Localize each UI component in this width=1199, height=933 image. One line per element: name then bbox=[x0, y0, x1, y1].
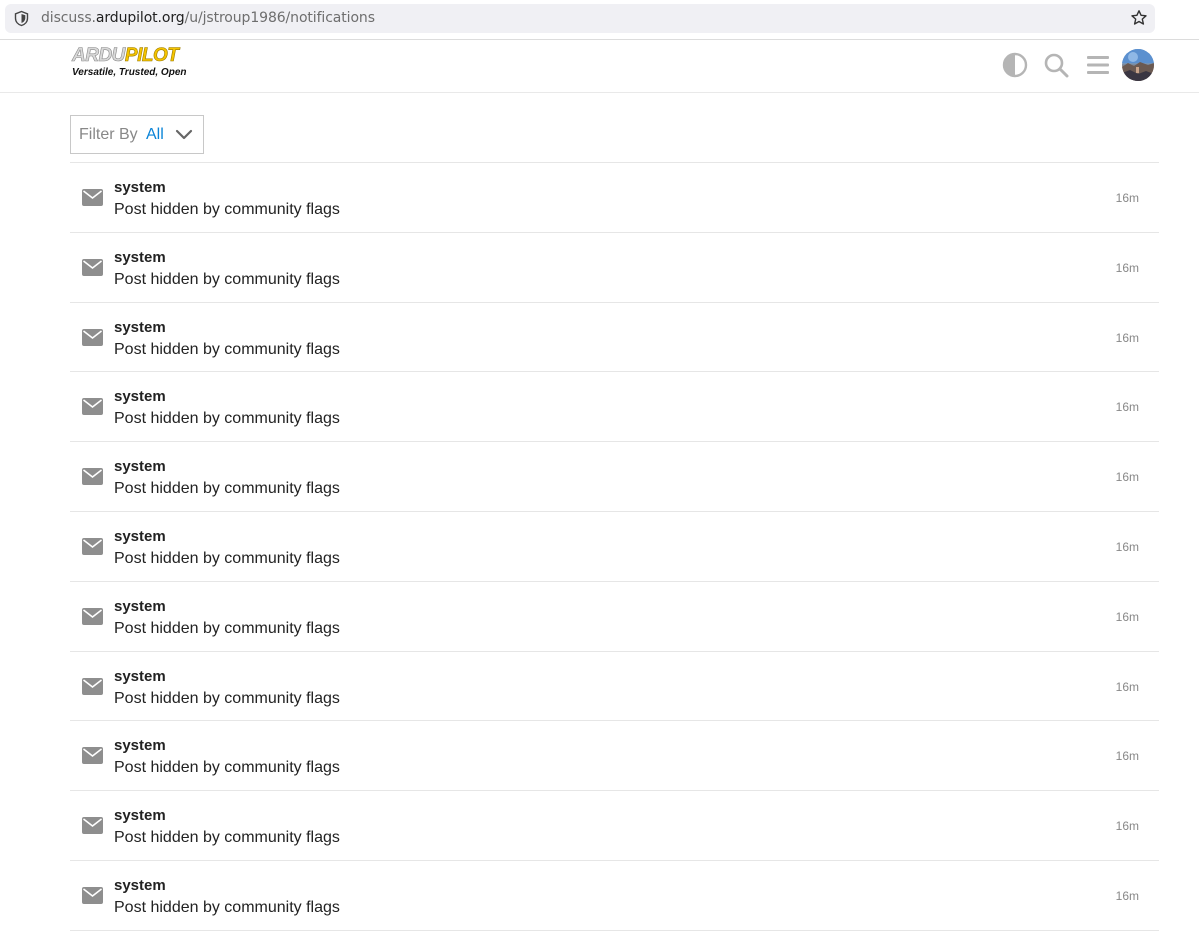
notification-user: system bbox=[114, 807, 166, 825]
notification-text: Post hidden by community flags bbox=[114, 270, 340, 288]
notification-time: 16m bbox=[1115, 819, 1139, 834]
notification-text: Post hidden by community flags bbox=[114, 201, 340, 218]
notification-text: Post hidden by community flags bbox=[114, 619, 340, 637]
notification-user: system bbox=[114, 597, 166, 615]
logo-tagline: Versatile, Trusted, Open bbox=[72, 67, 187, 78]
notification-user: system bbox=[114, 527, 166, 545]
notification-text: Post hidden by community flags bbox=[114, 759, 340, 777]
envelope-icon bbox=[82, 258, 103, 276]
theme-toggle-icon[interactable] bbox=[1002, 52, 1028, 78]
site-header: ARDUPILOT Versatile, Trusted, Open bbox=[0, 40, 1199, 93]
notification-user: system bbox=[114, 458, 166, 476]
notification-user: system bbox=[114, 179, 166, 196]
url-host: ardupilot.org bbox=[95, 10, 185, 26]
logo-wordmark: ARDUPILOT bbox=[72, 45, 180, 67]
notification-item[interactable]: system Post hidden by community flags 16m bbox=[70, 582, 1159, 652]
url-text[interactable]: discuss.ardupilot.org/u/jstroup1986/noti… bbox=[41, 10, 375, 26]
notification-item[interactable]: system Post hidden by community flags 16m bbox=[70, 721, 1159, 792]
notification-item[interactable]: system Post hidden by community flags 16m bbox=[70, 512, 1159, 582]
notification-item[interactable]: system Post hidden by community flags 16m bbox=[70, 303, 1159, 373]
envelope-icon bbox=[82, 607, 103, 625]
envelope-icon bbox=[82, 886, 103, 904]
avatar-image bbox=[1122, 49, 1154, 81]
notification-user: system bbox=[114, 737, 166, 755]
notification-time: 16m bbox=[1115, 260, 1139, 275]
search-icon[interactable] bbox=[1043, 52, 1069, 78]
notification-user: system bbox=[114, 248, 166, 266]
notification-item[interactable]: system Post hidden by community flags 16m bbox=[70, 233, 1159, 303]
envelope-icon bbox=[82, 677, 103, 695]
notification-item[interactable]: system Post hidden by community flags 16m bbox=[70, 372, 1159, 443]
url-prefix: discuss. bbox=[41, 10, 96, 26]
notification-filter-dropdown[interactable]: Filter By All bbox=[70, 115, 204, 154]
bookmark-star-icon[interactable] bbox=[1130, 9, 1148, 27]
browser-toolbar: discuss.ardupilot.org/u/jstroup1986/noti… bbox=[0, 0, 1199, 40]
notification-list: system Post hidden by community flags 16m s… bbox=[70, 162, 1159, 931]
notification-item[interactable]: system Post hidden by community flags 16m bbox=[70, 442, 1159, 512]
notification-time: 16m bbox=[1115, 609, 1139, 624]
notification-time: 16m bbox=[1115, 539, 1139, 554]
notification-text: Post hidden by community flags bbox=[114, 898, 340, 916]
user-avatar[interactable] bbox=[1122, 49, 1154, 81]
envelope-icon bbox=[82, 747, 103, 765]
filter-label: Filter By bbox=[79, 126, 138, 143]
notification-item[interactable]: system Post hidden by community flags 16m bbox=[70, 163, 1159, 233]
notification-text: Post hidden by community flags bbox=[114, 340, 340, 358]
notification-time: 16m bbox=[1115, 191, 1139, 205]
notification-item[interactable]: system Post hidden by community flags 16m bbox=[70, 861, 1159, 931]
notification-user: system bbox=[114, 876, 166, 894]
url-path: /u/jstroup1986/notifications bbox=[184, 10, 375, 26]
notification-time: 16m bbox=[1115, 749, 1139, 764]
envelope-icon bbox=[82, 189, 103, 206]
filter-value: All bbox=[146, 126, 164, 143]
hamburger-menu-icon[interactable] bbox=[1085, 52, 1111, 78]
envelope-icon bbox=[82, 817, 103, 835]
notification-text: Post hidden by community flags bbox=[114, 480, 340, 498]
chevron-down-icon bbox=[175, 129, 193, 140]
notification-time: 16m bbox=[1115, 888, 1139, 903]
notification-time: 16m bbox=[1115, 400, 1139, 415]
notification-text: Post hidden by community flags bbox=[114, 410, 340, 428]
envelope-icon bbox=[82, 398, 103, 416]
site-security-icon[interactable] bbox=[13, 10, 30, 27]
notification-text: Post hidden by community flags bbox=[114, 549, 340, 567]
notification-user: system bbox=[114, 388, 166, 406]
envelope-icon bbox=[82, 328, 103, 346]
logo-pilot: PILOT bbox=[124, 45, 180, 67]
notification-user: system bbox=[114, 318, 166, 336]
logo-ardu: ARDU bbox=[72, 45, 126, 67]
notification-item[interactable]: system Post hidden by community flags 16m bbox=[70, 652, 1159, 722]
ardupilot-logo[interactable]: ARDUPILOT Versatile, Trusted, Open bbox=[70, 45, 190, 79]
envelope-icon bbox=[82, 468, 103, 486]
notification-time: 16m bbox=[1115, 679, 1139, 694]
notification-text: Post hidden by community flags bbox=[114, 829, 340, 847]
envelope-icon bbox=[82, 537, 103, 555]
notification-text: Post hidden by community flags bbox=[114, 689, 340, 707]
notification-item[interactable]: system Post hidden by community flags 16m bbox=[70, 791, 1159, 861]
address-bar[interactable]: discuss.ardupilot.org/u/jstroup1986/noti… bbox=[5, 4, 1155, 33]
notification-user: system bbox=[114, 667, 166, 685]
notification-time: 16m bbox=[1115, 470, 1139, 485]
notification-time: 16m bbox=[1115, 330, 1139, 345]
